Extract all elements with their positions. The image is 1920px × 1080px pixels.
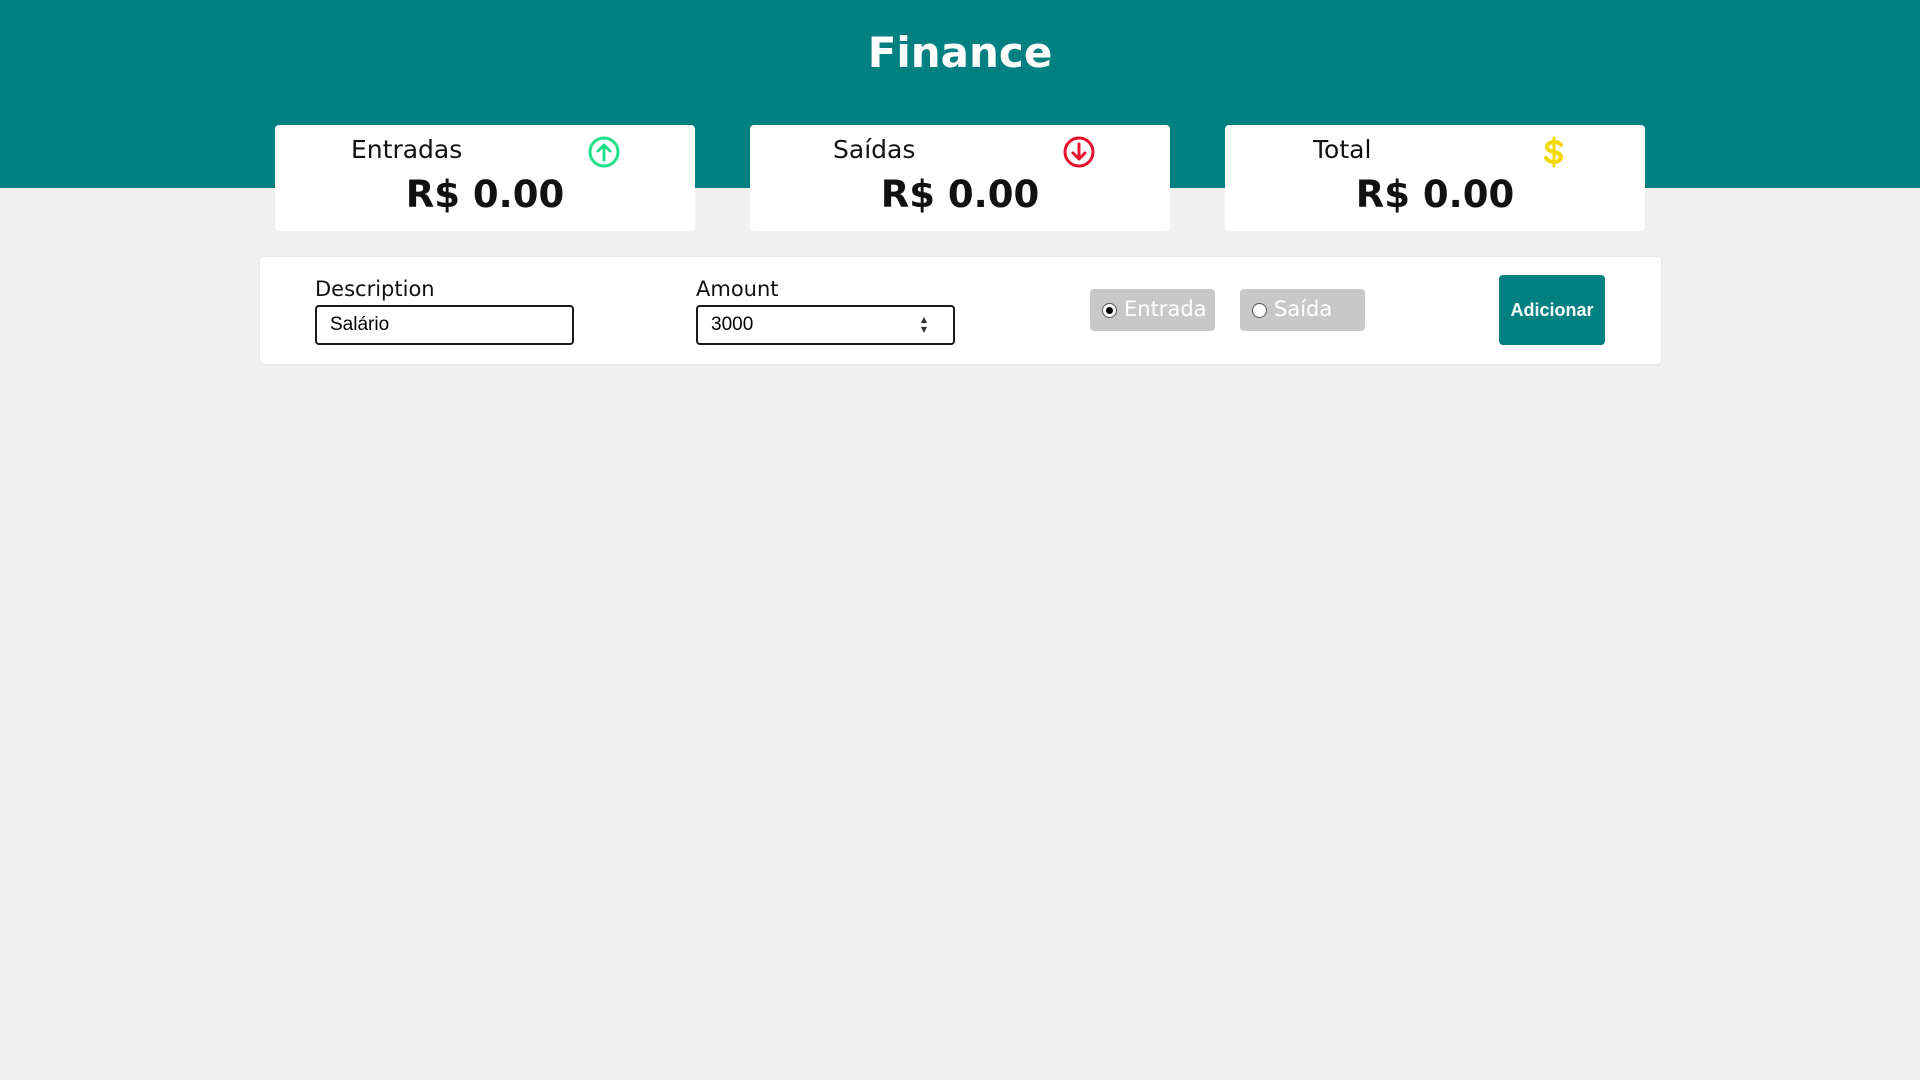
expense-label: Saídas — [833, 135, 916, 164]
type-entrada-label: Entrada — [1124, 297, 1207, 321]
transaction-form: Description Amount ▲▼ Entrada Saída Adic… — [260, 257, 1661, 364]
arrow-up-circle-icon — [588, 136, 620, 168]
income-card: Entradas R$ 0.00 — [275, 125, 695, 231]
amount-stepper[interactable]: ▲ ▼ — [917, 315, 931, 337]
description-label: Description — [315, 277, 435, 301]
description-input[interactable] — [315, 305, 574, 345]
total-value: R$ 0.00 — [1355, 173, 1515, 216]
income-value: R$ 0.00 — [405, 173, 565, 216]
amount-label: Amount — [696, 277, 779, 301]
radio-selected-icon[interactable] — [1102, 303, 1117, 318]
app-title: Finance — [867, 28, 1053, 77]
dollar-sign-icon — [1544, 136, 1564, 168]
income-label: Entradas — [351, 135, 463, 164]
type-saida-label: Saída — [1274, 297, 1333, 321]
type-entrada-radio[interactable]: Entrada — [1090, 289, 1215, 331]
arrow-down-circle-icon — [1063, 136, 1095, 168]
total-card: Total R$ 0.00 — [1225, 125, 1645, 231]
radio-unselected-icon[interactable] — [1252, 303, 1267, 318]
type-saida-radio[interactable]: Saída — [1240, 289, 1365, 331]
add-button[interactable]: Adicionar — [1499, 275, 1605, 345]
expense-value: R$ 0.00 — [880, 173, 1040, 216]
expense-card: Saídas R$ 0.00 — [750, 125, 1170, 231]
total-label: Total — [1313, 135, 1372, 164]
